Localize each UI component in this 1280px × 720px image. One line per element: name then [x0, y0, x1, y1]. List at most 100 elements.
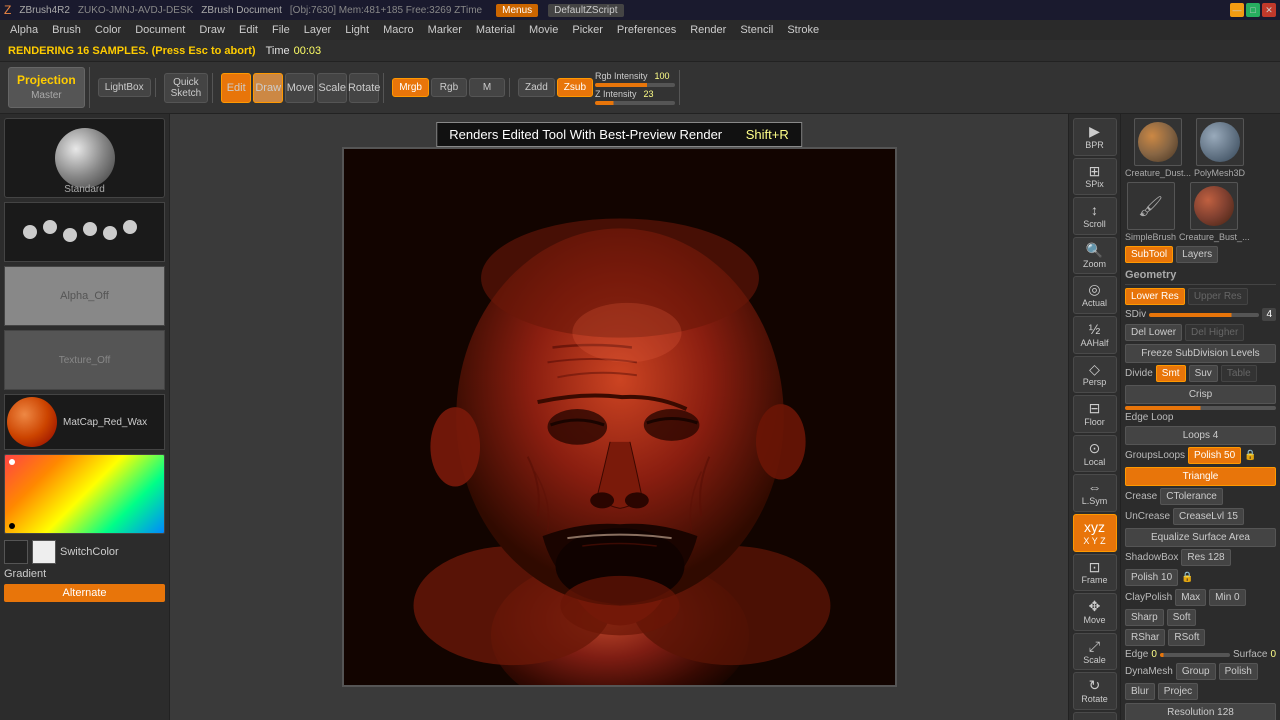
- menu-item-stroke[interactable]: Stroke: [781, 22, 825, 38]
- menu-item-file[interactable]: File: [266, 22, 296, 38]
- menus-button[interactable]: Menus: [496, 4, 538, 17]
- background-color[interactable]: [32, 540, 56, 564]
- freeze-button[interactable]: Freeze SubDivision Levels: [1125, 344, 1276, 363]
- menu-item-alpha[interactable]: Alpha: [4, 22, 44, 38]
- sharp-button[interactable]: Sharp: [1125, 609, 1164, 626]
- menu-item-brush[interactable]: Brush: [46, 22, 87, 38]
- rt-btn-aahalf[interactable]: ½AAHalf: [1073, 316, 1117, 354]
- foreground-color[interactable]: [4, 540, 28, 564]
- del-lower-button[interactable]: Del Lower: [1125, 324, 1182, 341]
- menu-item-render[interactable]: Render: [684, 22, 732, 38]
- rt-btn-spix[interactable]: ⊞SPix: [1073, 158, 1117, 196]
- triangle-button[interactable]: Triangle: [1125, 467, 1276, 486]
- alpha-preview[interactable]: Alpha_Off: [4, 266, 165, 326]
- rgb-button[interactable]: Rgb: [431, 78, 467, 97]
- res-button[interactable]: Res 128: [1181, 549, 1230, 566]
- rt-btn-local[interactable]: ⊙Local: [1073, 435, 1117, 473]
- m-button[interactable]: M: [469, 78, 505, 97]
- group-button[interactable]: Group: [1176, 663, 1216, 680]
- rt-btn-zoom[interactable]: 🔍Zoom: [1073, 237, 1117, 275]
- lightbox-button[interactable]: LightBox: [98, 78, 151, 97]
- smt-button[interactable]: Smt: [1156, 365, 1186, 382]
- blur-button[interactable]: Blur: [1125, 683, 1155, 700]
- sdiv-slider[interactable]: [1149, 313, 1259, 317]
- menu-item-preferences[interactable]: Preferences: [611, 22, 682, 38]
- menu-item-layer[interactable]: Layer: [298, 22, 338, 38]
- lower-res-button[interactable]: Lower Res: [1125, 288, 1185, 305]
- menu-item-light[interactable]: Light: [339, 22, 375, 38]
- projec-button[interactable]: Projec: [1158, 683, 1198, 700]
- rt-btn-l.sym[interactable]: ⇔L.Sym: [1073, 474, 1117, 512]
- polish-50-button[interactable]: Polish 50: [1188, 447, 1241, 464]
- soft-button[interactable]: Soft: [1167, 609, 1197, 626]
- rotate-button[interactable]: Rotate: [349, 73, 379, 103]
- rt-btn-rotate[interactable]: ↻Rotate: [1073, 672, 1117, 710]
- rgb-intensity-slider[interactable]: [595, 83, 675, 87]
- brush-preview[interactable]: Standard: [4, 118, 165, 198]
- upper-res-button[interactable]: Upper Res: [1188, 288, 1248, 305]
- menu-item-movie[interactable]: Movie: [523, 22, 564, 38]
- default-script-button[interactable]: DefaultZScript: [548, 4, 623, 17]
- rt-btn-polyf[interactable]: ⊠PolyF: [1073, 712, 1117, 720]
- rt-btn-floor[interactable]: ⊟Floor: [1073, 395, 1117, 433]
- simple-brush-thumb[interactable]: 🖌 SimpleBrush: [1125, 182, 1176, 242]
- color-picker[interactable]: [4, 454, 165, 534]
- rt-btn-persp[interactable]: ◇Persp: [1073, 356, 1117, 394]
- canvas-frame[interactable]: [342, 147, 897, 687]
- rsoft-button[interactable]: RSoft: [1168, 629, 1205, 646]
- menu-item-document[interactable]: Document: [129, 22, 191, 38]
- edit-button[interactable]: Edit: [221, 73, 251, 103]
- menu-item-picker[interactable]: Picker: [566, 22, 609, 38]
- rgb-intensity-value[interactable]: 100: [651, 70, 674, 82]
- ctolerance-button[interactable]: CTolerance: [1160, 488, 1223, 505]
- rt-btn-frame[interactable]: ⊡Frame: [1073, 554, 1117, 592]
- del-higher-button[interactable]: Del Higher: [1185, 324, 1244, 341]
- texture-preview[interactable]: Texture_Off: [4, 330, 165, 390]
- material-preview[interactable]: MatCap_Red_Wax: [4, 394, 165, 450]
- rshar-button[interactable]: RShar: [1125, 629, 1165, 646]
- subtool-button[interactable]: SubTool: [1125, 246, 1173, 263]
- draw-button[interactable]: Draw: [253, 73, 283, 103]
- poly-mesh-thumb[interactable]: PolyMesh3D: [1194, 118, 1245, 178]
- zsub-button[interactable]: Zsub: [557, 78, 593, 97]
- minimize-button[interactable]: —: [1230, 3, 1244, 17]
- menu-item-color[interactable]: Color: [89, 22, 127, 38]
- projection-master-button[interactable]: Projection Master: [8, 67, 85, 108]
- scale-button[interactable]: Scale: [317, 73, 347, 103]
- loops-button[interactable]: Loops 4: [1125, 426, 1276, 445]
- menu-item-material[interactable]: Material: [470, 22, 521, 38]
- rt-btn-bpr[interactable]: ▶BPR: [1073, 118, 1117, 156]
- zadd-button[interactable]: Zadd: [518, 78, 555, 97]
- menu-item-stencil[interactable]: Stencil: [734, 22, 779, 38]
- rt-btn-actual[interactable]: ◎Actual: [1073, 276, 1117, 314]
- suv-button[interactable]: Suv: [1189, 365, 1218, 382]
- polish2-button[interactable]: Polish: [1219, 663, 1258, 680]
- table-button[interactable]: Table: [1221, 365, 1257, 382]
- min-button[interactable]: Min 0: [1209, 589, 1245, 606]
- menu-item-draw[interactable]: Draw: [193, 22, 231, 38]
- rt-btn-xyz[interactable]: xyzX Y Z: [1073, 514, 1117, 552]
- mrgb-button[interactable]: Mrgb: [392, 78, 429, 97]
- resolution-button[interactable]: Resolution 128: [1125, 703, 1276, 720]
- z-intensity-slider[interactable]: [595, 101, 675, 105]
- quick-sketch-button[interactable]: Quick Sketch: [164, 73, 209, 103]
- move-button[interactable]: Move: [285, 73, 315, 103]
- polish10-button[interactable]: Polish 10: [1125, 569, 1178, 586]
- menu-item-macro[interactable]: Macro: [377, 22, 420, 38]
- rt-btn-scale[interactable]: ⤢Scale: [1073, 633, 1117, 671]
- menu-item-edit[interactable]: Edit: [233, 22, 264, 38]
- edge-slider[interactable]: [1160, 653, 1230, 657]
- rt-btn-scroll[interactable]: ↕Scroll: [1073, 197, 1117, 235]
- menu-item-marker[interactable]: Marker: [422, 22, 468, 38]
- crease-lvl-button[interactable]: CreaseLvl 15: [1173, 508, 1244, 525]
- equalize-button[interactable]: Equalize Surface Area: [1125, 528, 1276, 547]
- close-button[interactable]: ✕: [1262, 3, 1276, 17]
- stroke-preview[interactable]: [4, 202, 165, 262]
- creature-dust-thumb[interactable]: Creature_Dust...: [1125, 118, 1191, 178]
- crisp-button[interactable]: Crisp: [1125, 385, 1276, 404]
- crisp-slider[interactable]: [1125, 406, 1276, 410]
- z-intensity-value[interactable]: 23: [640, 88, 658, 100]
- max-button[interactable]: Max: [1175, 589, 1206, 606]
- rt-btn-move[interactable]: ✥Move: [1073, 593, 1117, 631]
- creature-bust-thumb[interactable]: Creature_Bust_...: [1179, 182, 1250, 242]
